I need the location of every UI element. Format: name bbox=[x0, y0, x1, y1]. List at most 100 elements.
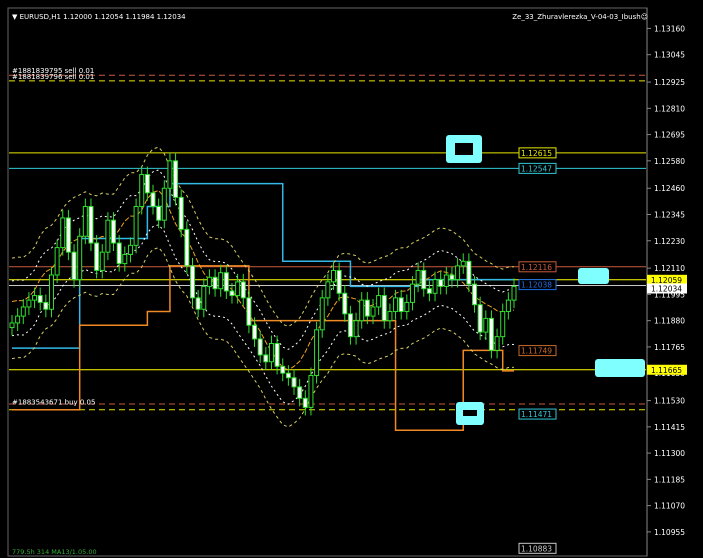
collapse-triangle-icon[interactable]: ▼ bbox=[12, 13, 20, 21]
candle-body bbox=[494, 336, 500, 351]
candle-body bbox=[477, 304, 483, 333]
candle-body bbox=[511, 285, 517, 301]
candle-body bbox=[178, 196, 184, 230]
candle-body bbox=[127, 244, 133, 255]
level-label-text: 1.12615 bbox=[521, 149, 552, 158]
axis-tick-label: 1.12925 bbox=[654, 78, 685, 87]
candle-body bbox=[398, 297, 404, 313]
candle-body bbox=[308, 374, 314, 408]
axis-tick-label: 1.12460 bbox=[654, 184, 685, 193]
candle-body bbox=[65, 217, 71, 253]
candle-body bbox=[133, 206, 139, 246]
level-label-text: 1.10883 bbox=[521, 544, 552, 553]
candle-body bbox=[206, 276, 212, 287]
candle-body bbox=[116, 242, 122, 265]
candle-body bbox=[161, 187, 167, 221]
chart-header-left: ▼ EURUSD,H1 1.12000 1.12054 1.11984 1.12… bbox=[12, 13, 186, 21]
candle-body bbox=[370, 306, 376, 317]
axis-tick-label: 1.12580 bbox=[654, 157, 685, 166]
candle-body bbox=[105, 219, 111, 253]
cyan-box-top-inner bbox=[455, 143, 473, 155]
smiley-icon: ☺ bbox=[640, 13, 648, 21]
candle-body bbox=[218, 272, 224, 290]
level-label-text: 1.12116 bbox=[521, 263, 552, 272]
candle-body bbox=[314, 329, 320, 376]
axis-tick-label: 1.12345 bbox=[654, 211, 685, 220]
cyan-marker-lower bbox=[595, 359, 645, 377]
candle-body bbox=[387, 311, 393, 322]
candle-body bbox=[94, 242, 100, 271]
candle-body bbox=[167, 160, 173, 189]
candle-body bbox=[466, 260, 472, 285]
order-label: #1881839796 sell 0.01 bbox=[12, 73, 94, 81]
candle-body bbox=[432, 279, 438, 294]
candle-body bbox=[195, 297, 201, 310]
order-label: #1883543671 buy 0.05 bbox=[12, 398, 95, 406]
candle-body bbox=[26, 299, 32, 308]
candle-body bbox=[319, 297, 325, 331]
candle-body bbox=[381, 295, 387, 322]
candle-body bbox=[460, 260, 466, 267]
axis-tick-label: 1.11415 bbox=[654, 423, 685, 432]
candle-body bbox=[37, 295, 43, 303]
candle-body bbox=[285, 372, 291, 379]
axis-tick-label: 1.11185 bbox=[654, 475, 685, 484]
candle-body bbox=[280, 365, 286, 374]
candle-body bbox=[291, 377, 297, 388]
level-label-text: 1.11471 bbox=[521, 410, 552, 419]
candle-body bbox=[48, 274, 54, 310]
candle-body bbox=[353, 320, 359, 338]
candle-body bbox=[139, 174, 145, 208]
candle-body bbox=[263, 354, 269, 363]
level-label-text: 1.11749 bbox=[521, 347, 552, 356]
candle-body bbox=[212, 276, 218, 290]
candle-body bbox=[472, 283, 478, 306]
candle-body bbox=[9, 322, 15, 329]
candle-body bbox=[331, 269, 337, 283]
candle-body bbox=[404, 301, 410, 313]
candle-body bbox=[82, 206, 88, 237]
candle-body bbox=[77, 235, 83, 281]
candle-body bbox=[189, 265, 195, 299]
axis-tick-label: 1.11300 bbox=[654, 449, 685, 458]
candle-body bbox=[184, 228, 190, 267]
candle-body bbox=[111, 219, 117, 244]
price-axis: 1.13160 1.13045 1.12925 1.12810 1.12695 1.125… bbox=[647, 24, 687, 537]
axis-tick-label: 1.12230 bbox=[654, 237, 685, 246]
candle-body bbox=[302, 397, 308, 408]
candle-body bbox=[201, 285, 207, 310]
candle-body bbox=[488, 317, 494, 351]
candle-body bbox=[415, 269, 421, 285]
candle-body bbox=[71, 251, 77, 281]
candle-body bbox=[409, 283, 415, 303]
candle-body bbox=[240, 281, 246, 299]
candle-body bbox=[20, 306, 26, 317]
candle-body bbox=[246, 297, 252, 326]
price-marker-text: 1.12059 bbox=[651, 276, 682, 285]
candle-body bbox=[438, 279, 444, 287]
candle-body bbox=[455, 265, 461, 281]
candle-body bbox=[483, 317, 489, 333]
candle-body bbox=[325, 281, 331, 299]
candle-body bbox=[60, 217, 66, 249]
candle-body bbox=[144, 174, 150, 194]
bottom-indicator-label: 779.5h 314 MA13/1.05.00 bbox=[12, 548, 97, 556]
chart-frame: #1881839795 sell 0.01#1881839796 sell 0.… bbox=[7, 7, 687, 557]
candle-body bbox=[274, 343, 280, 367]
candle-body bbox=[500, 311, 506, 338]
candle-body bbox=[15, 315, 21, 324]
level-label-text: 1.12547 bbox=[521, 164, 552, 173]
candle-body bbox=[257, 338, 263, 356]
axis-tick-label: 1.11070 bbox=[654, 502, 685, 511]
candle-body bbox=[99, 251, 105, 271]
candle-body bbox=[421, 269, 427, 290]
price-marker-text: 1.11665 bbox=[651, 366, 682, 375]
candle-body bbox=[336, 269, 342, 294]
axis-tick-label: 1.10955 bbox=[654, 528, 685, 537]
candle-body bbox=[88, 206, 94, 244]
axis-tick-label: 1.12695 bbox=[654, 131, 685, 140]
cyan-marker-right bbox=[578, 268, 609, 284]
candle-body bbox=[342, 292, 348, 315]
candle-body bbox=[364, 299, 370, 317]
ohlc-readout: 1.12000 1.12054 1.11984 1.12034 bbox=[63, 13, 186, 21]
